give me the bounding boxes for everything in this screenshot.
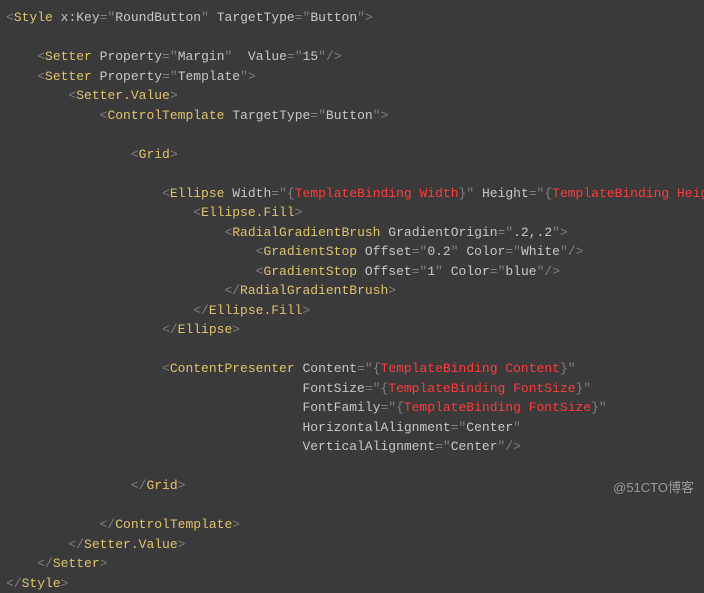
xaml-code-block: <Style x:Key="RoundButton" TargetType="B… bbox=[0, 0, 704, 593]
watermark-text: @51CTO博客 bbox=[613, 478, 694, 498]
